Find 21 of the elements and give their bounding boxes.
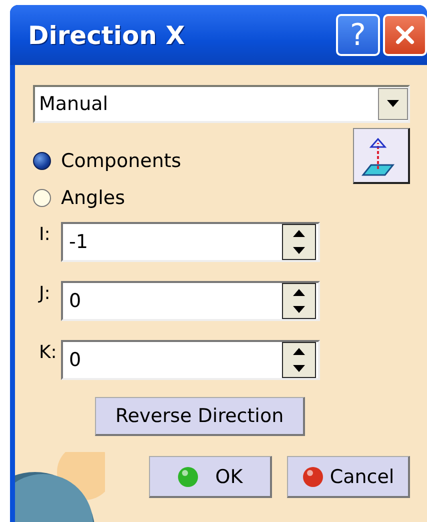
radio-option[interactable]: Components <box>33 142 182 179</box>
spinner-icon <box>282 283 316 319</box>
ball-icon <box>177 466 200 488</box>
number-field[interactable]: -1 <box>61 222 320 262</box>
window-title: Direction X <box>28 20 186 50</box>
field-label: I: <box>39 224 52 245</box>
spinner-icon <box>282 342 316 378</box>
ok-button[interactable]: OK <box>149 456 272 498</box>
number-field[interactable]: 0 <box>61 340 320 380</box>
radio-option[interactable]: Angles <box>33 179 182 216</box>
number-field[interactable]: 0 <box>61 281 320 321</box>
field-label: J: <box>39 283 52 304</box>
spinner-icon <box>282 224 316 260</box>
field-label: K: <box>39 342 57 363</box>
ball-icon <box>302 466 324 488</box>
close-button[interactable] <box>383 14 427 56</box>
cancel-button[interactable]: Cancel <box>287 456 410 498</box>
help-button[interactable]: ? <box>336 14 380 56</box>
reverse-direction-button[interactable]: Reverse Direction <box>95 397 305 436</box>
direction-button[interactable] <box>353 128 410 184</box>
mode-dropdown[interactable]: Manual <box>33 85 410 123</box>
